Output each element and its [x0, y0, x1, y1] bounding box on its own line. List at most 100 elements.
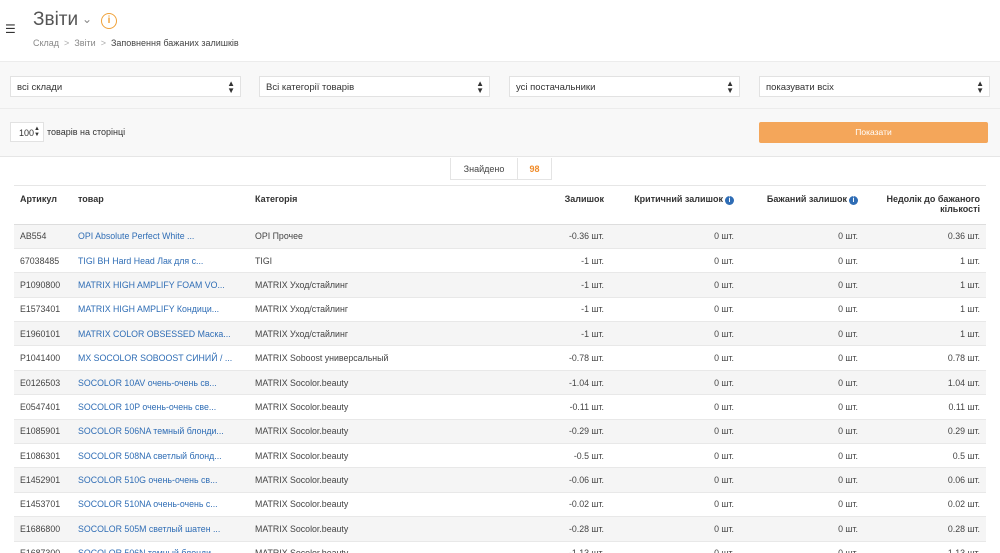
- column-header-shortage[interactable]: Недолік до бажаного кількості: [864, 186, 986, 225]
- cell-critical-stock: 0 шт.: [610, 492, 740, 518]
- cell-product: SOCOLOR 506N темный блонди...: [72, 541, 249, 553]
- table-row: E1960101 MATRIX COLOR OBSESSED Маска... MA…: [14, 321, 986, 347]
- product-link[interactable]: MX SOCOLOR SOBOOST СИНИЙ / ...: [78, 353, 232, 363]
- product-link[interactable]: SOCOLOR 508NA светлый блонд...: [78, 451, 222, 461]
- column-header-category[interactable]: Категорія: [249, 186, 484, 225]
- report-table: Артикул товар Категорія Залишок Критични…: [14, 186, 986, 553]
- cell-product: SOCOLOR 508NA светлый блонд...: [72, 443, 249, 469]
- cell-critical-stock: 0 шт.: [610, 272, 740, 298]
- chevron-down-icon[interactable]: ⌄: [82, 12, 92, 26]
- cell-category: MATRIX Socolor.beauty: [249, 443, 484, 469]
- cell-shortage: 0.36 шт.: [864, 224, 986, 249]
- column-header-critical-stock[interactable]: Критичний залишок i: [610, 186, 740, 225]
- cell-sku: E1453701: [14, 492, 72, 518]
- cell-product: SOCOLOR 10AV очень-очень св...: [72, 370, 249, 396]
- cell-desired-stock: 0 шт.: [740, 297, 864, 323]
- column-header-sku[interactable]: Артикул: [14, 186, 72, 225]
- table-row: P1090800 MATRIX HIGH AMPLIFY FOAM VO... MA…: [14, 272, 986, 298]
- product-link[interactable]: SOCOLOR 510G очень-очень св...: [78, 475, 217, 485]
- table-row: E1452901 SOCOLOR 510G очень-очень св... MA…: [14, 467, 986, 493]
- cell-desired-stock: 0 шт.: [740, 443, 864, 469]
- show-filter-select-value: показувати всіх: [766, 82, 834, 93]
- product-link[interactable]: OPI Absolute Perfect White ...: [78, 231, 194, 241]
- info-icon[interactable]: i: [101, 13, 117, 29]
- cell-stock: -1.13 шт.: [484, 541, 610, 553]
- select-arrows-icon: ▲ ▼: [726, 79, 734, 95]
- product-link[interactable]: MATRIX HIGH AMPLIFY FOAM VO...: [78, 280, 225, 290]
- product-link[interactable]: SOCOLOR 506NA темный блонди...: [78, 426, 224, 436]
- cell-category: MATRIX Socolor.beauty: [249, 492, 484, 518]
- show-button[interactable]: Показати: [759, 122, 988, 143]
- cell-sku: E1573401: [14, 297, 72, 323]
- cell-desired-stock: 0 шт.: [740, 516, 864, 542]
- cell-product: MATRIX COLOR OBSESSED Маска...: [72, 321, 249, 347]
- breadcrumb-separator: >: [64, 38, 70, 48]
- breadcrumb-item-reports[interactable]: Звіти: [74, 38, 95, 48]
- cell-stock: -0.78 шт.: [484, 345, 610, 371]
- product-link[interactable]: SOCOLOR 10AV очень-очень св...: [78, 378, 217, 388]
- product-link[interactable]: SOCOLOR 506N темный блонди...: [78, 548, 218, 553]
- breadcrumb-item-warehouse[interactable]: Склад: [33, 38, 59, 48]
- supplier-select[interactable]: усі постачальники ▲ ▼: [509, 76, 740, 97]
- cell-product: SOCOLOR 510G очень-очень св...: [72, 467, 249, 493]
- table-row: E1573401 MATRIX HIGH AMPLIFY Кондици... MA…: [14, 297, 986, 323]
- cell-shortage: 0.11 шт.: [864, 394, 986, 420]
- cell-stock: -1 шт.: [484, 321, 610, 347]
- cell-shortage: 1 шт.: [864, 272, 986, 298]
- cell-category: MATRIX Soboost универсальный: [249, 345, 484, 371]
- column-header-desired-stock-label: Бажаний залишок: [766, 194, 847, 204]
- page-header: ☰ Звіти ⌄ i Склад > Звіти > Заповнення бажан…: [0, 0, 1000, 62]
- product-link[interactable]: SOCOLOR 505M светлый шатен ...: [78, 524, 220, 534]
- column-header-product[interactable]: товар: [72, 186, 249, 225]
- show-filter-select[interactable]: показувати всіх ▲ ▼: [759, 76, 990, 97]
- category-select[interactable]: Всі категорії товарів ▲ ▼: [259, 76, 490, 97]
- cell-stock: -0.36 шт.: [484, 224, 610, 249]
- cell-stock: -1 шт.: [484, 248, 610, 274]
- column-header-stock[interactable]: Залишок: [484, 186, 610, 225]
- info-icon[interactable]: i: [725, 196, 734, 205]
- per-page-select[interactable]: 100 ▲ ▼: [10, 122, 44, 142]
- product-link[interactable]: SOCOLOR 10P очень-очень све...: [78, 402, 216, 412]
- breadcrumb-item-current: Заповнення бажаних залишків: [110, 38, 239, 48]
- filter-panel: всі склади ▲ ▼ Всі категорії товарів ▲ ▼ у…: [0, 62, 1000, 157]
- cell-category: MATRIX Socolor.beauty: [249, 394, 484, 420]
- product-link[interactable]: MATRIX COLOR OBSESSED Маска...: [78, 329, 231, 339]
- table-row: E1086301 SOCOLOR 508NA светлый блонд... MA…: [14, 443, 986, 469]
- table-row: E1686800 SOCOLOR 505M светлый шатен ... MA…: [14, 516, 986, 542]
- info-icon[interactable]: i: [849, 196, 858, 205]
- cell-desired-stock: 0 шт.: [740, 394, 864, 420]
- cell-critical-stock: 0 шт.: [610, 467, 740, 493]
- cell-critical-stock: 0 шт.: [610, 345, 740, 371]
- product-link[interactable]: TIGI BH Hard Head Лак для с...: [78, 256, 203, 266]
- cell-stock: -1 шт.: [484, 297, 610, 323]
- cell-stock: -0.02 шт.: [484, 492, 610, 518]
- warehouse-select[interactable]: всі склади ▲ ▼: [10, 76, 241, 97]
- cell-category: MATRIX Socolor.beauty: [249, 467, 484, 493]
- cell-category: MATRIX Socolor.beauty: [249, 541, 484, 553]
- cell-shortage: 1 шт.: [864, 321, 986, 347]
- product-link[interactable]: MATRIX HIGH AMPLIFY Кондици...: [78, 304, 219, 314]
- cell-shortage: 1 шт.: [864, 248, 986, 274]
- cell-desired-stock: 0 шт.: [740, 224, 864, 249]
- cell-product: MX SOCOLOR SOBOOST СИНИЙ / ...: [72, 345, 249, 371]
- cell-desired-stock: 0 шт.: [740, 321, 864, 347]
- cell-category: MATRIX Уход/стайлинг: [249, 321, 484, 347]
- menu-icon[interactable]: ☰: [5, 22, 16, 36]
- cell-shortage: 1.04 шт.: [864, 370, 986, 396]
- table-row: 67038485 TIGI BH Hard Head Лак для с... TI…: [14, 248, 986, 274]
- cell-stock: -1 шт.: [484, 272, 610, 298]
- column-header-critical-stock-label: Критичний залишок: [634, 194, 723, 204]
- cell-category: TIGI: [249, 248, 484, 274]
- column-header-desired-stock[interactable]: Бажаний залишок i: [740, 186, 864, 225]
- cell-critical-stock: 0 шт.: [610, 370, 740, 396]
- product-link[interactable]: SOCOLOR 510NA очень-очень с...: [78, 499, 218, 509]
- table-row: E1453701 SOCOLOR 510NA очень-очень с... MA…: [14, 492, 986, 518]
- cell-sku: E0547401: [14, 394, 72, 420]
- cell-desired-stock: 0 шт.: [740, 419, 864, 445]
- cell-sku: E1686800: [14, 516, 72, 542]
- cell-product: SOCOLOR 10P очень-очень све...: [72, 394, 249, 420]
- cell-product: TIGI BH Hard Head Лак для с...: [72, 248, 249, 274]
- cell-desired-stock: 0 шт.: [740, 541, 864, 553]
- per-page-label: товарів на сторінці: [47, 127, 126, 137]
- category-select-value: Всі категорії товарів: [266, 82, 355, 93]
